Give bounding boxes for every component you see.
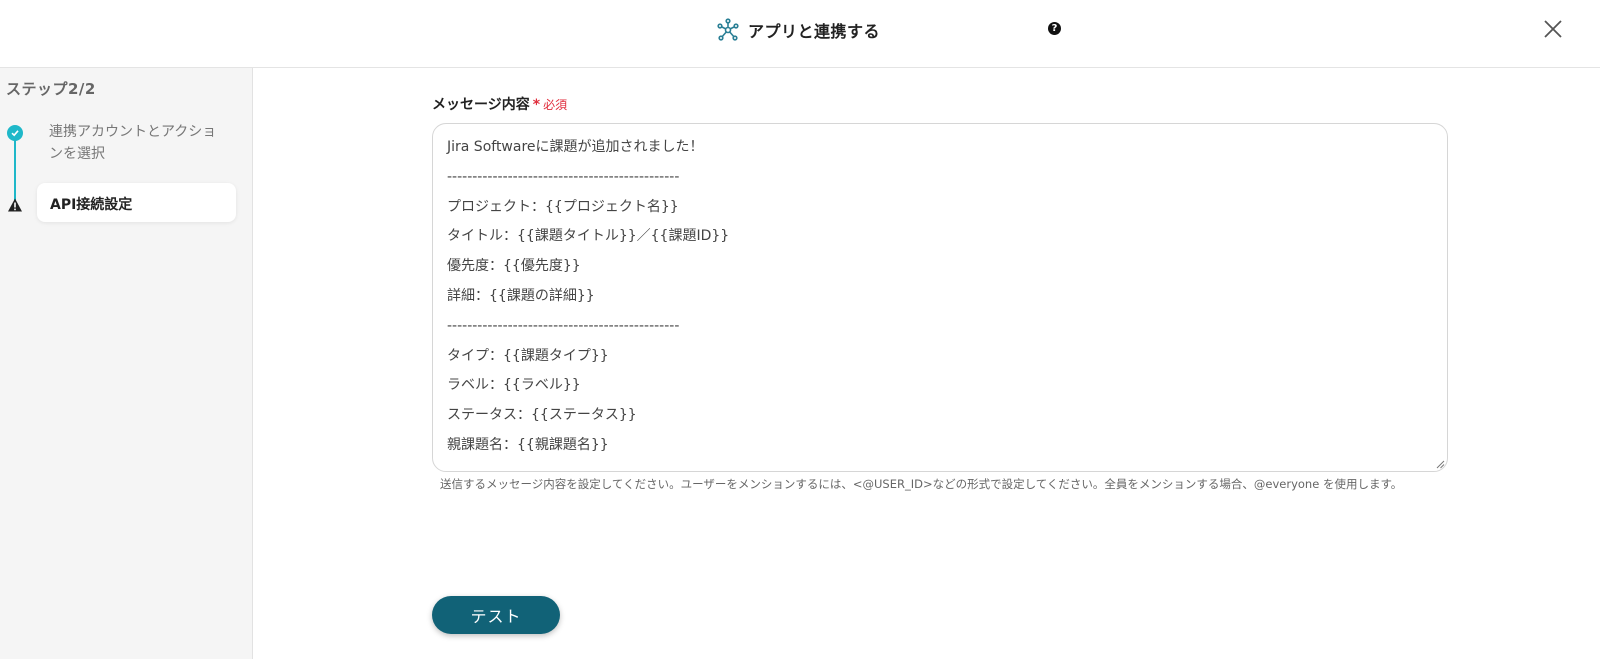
step-counter: ステップ2/2: [6, 80, 96, 98]
help-icon[interactable]: ?: [1048, 22, 1061, 35]
page-title: アプリと連携する: [748, 22, 881, 41]
message-line: プロジェクト：{{プロジェクト名}}: [447, 198, 679, 215]
message-line: タイトル：{{課題タイトル}}／{{課題ID}}: [447, 228, 730, 245]
message-line: 親課題名：{{親課題名}}: [447, 436, 609, 453]
step-item-label: API接続設定: [50, 197, 133, 213]
field-label-text: メッセージ内容: [432, 97, 530, 113]
message-textarea[interactable]: Jira Softwareに課題が追加されました！ --------------…: [432, 123, 1448, 472]
modal-header: アプリと連携する ?: [0, 0, 1600, 68]
warning-icon: [8, 198, 22, 212]
message-line: ステータス：{{ステータス}}: [447, 407, 637, 424]
message-field-label: メッセージ内容 * 必須: [432, 94, 567, 114]
field-hint: 送信するメッセージ内容を設定してください。ユーザーをメンションするには、<@US…: [440, 477, 1403, 491]
close-icon[interactable]: [1541, 17, 1565, 41]
required-badge: 必須: [543, 98, 568, 112]
message-line: 詳細：{{課題の詳細}}: [447, 287, 595, 304]
step-item-account-action[interactable]: 連携アカウントとアクションを選択: [49, 121, 229, 165]
message-line: ----------------------------------------…: [447, 168, 680, 185]
step-sidebar: ステップ2/2 連携アカウントとアクションを選択 API接続設定: [0, 68, 253, 659]
header-title-group: アプリと連携する: [716, 17, 880, 43]
resize-handle-icon[interactable]: [1436, 460, 1445, 469]
required-star: *: [532, 97, 541, 113]
message-line: 優先度：{{優先度}}: [447, 258, 581, 275]
check-icon: [7, 125, 23, 141]
step-connector-line: [14, 134, 16, 204]
message-line: タイプ：{{課題タイプ}}: [447, 347, 609, 364]
message-line: ----------------------------------------…: [447, 317, 680, 334]
message-line: ラベル：{{ラベル}}: [447, 377, 581, 394]
step-item-api-settings[interactable]: API接続設定: [37, 183, 236, 222]
message-line: Jira Softwareに課題が追加されました！: [447, 139, 704, 155]
test-button[interactable]: テスト: [432, 596, 560, 634]
integration-icon: [717, 18, 739, 41]
